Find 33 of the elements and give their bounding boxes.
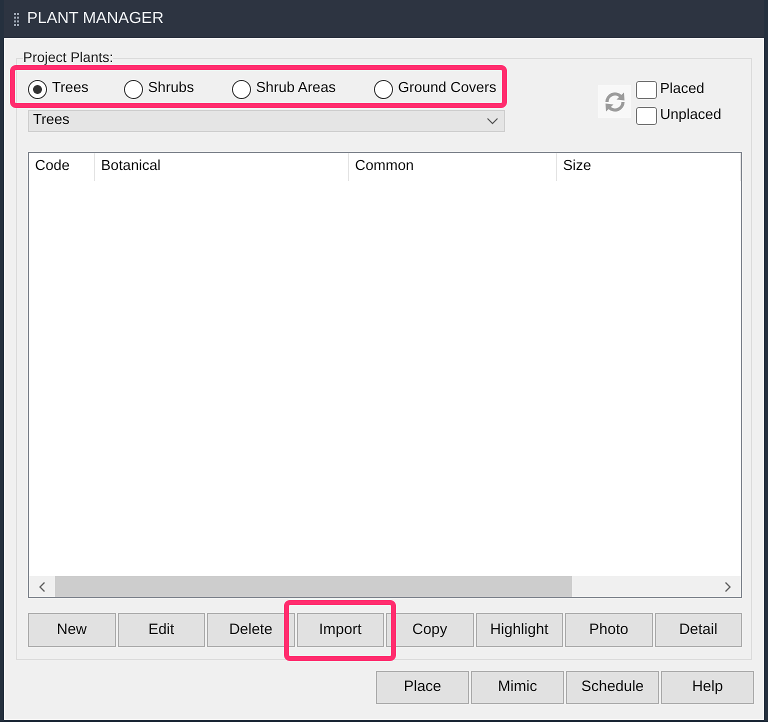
- plant-type-radio[interactable]: Shrubs: [124, 78, 232, 100]
- refresh-button[interactable]: [598, 85, 631, 118]
- plant-type-dropdown[interactable]: Trees: [28, 110, 505, 132]
- chevron-down-icon: [487, 118, 498, 124]
- scrollbar-thumb[interactable]: [55, 576, 572, 597]
- window-title: PLANT MANAGER: [27, 9, 164, 29]
- action-button[interactable]: New: [28, 613, 116, 647]
- action-button[interactable]: Import: [296, 613, 384, 647]
- plant-type-radio[interactable]: Ground Covers: [374, 78, 496, 100]
- column-header[interactable]: Common: [349, 153, 557, 181]
- action-button[interactable]: Delete: [207, 613, 294, 647]
- plant-type-radio[interactable]: Trees: [28, 78, 124, 100]
- scroll-left-icon: [39, 582, 45, 592]
- column-header[interactable]: Botanical: [95, 153, 349, 181]
- footer-button[interactable]: Place: [376, 671, 469, 704]
- group-label: Project Plants:: [23, 50, 114, 65]
- filter-checkbox[interactable]: Placed: [636, 81, 722, 99]
- filter-checkbox[interactable]: Unplaced: [636, 107, 722, 125]
- footer-button[interactable]: Mimic: [471, 671, 564, 704]
- column-header[interactable]: Code: [29, 153, 95, 181]
- column-header[interactable]: Size: [557, 153, 741, 181]
- plant-type-radio[interactable]: Shrub Areas: [232, 78, 374, 100]
- action-button[interactable]: Photo: [565, 613, 652, 647]
- refresh-icon: [602, 90, 626, 114]
- grip-icon: [14, 12, 19, 26]
- footer-button[interactable]: Schedule: [566, 671, 659, 704]
- action-button[interactable]: Copy: [386, 613, 474, 647]
- action-button[interactable]: Edit: [118, 613, 205, 647]
- action-button[interactable]: Detail: [654, 613, 742, 647]
- horizontal-scrollbar[interactable]: [29, 576, 741, 597]
- footer-button[interactable]: Help: [661, 671, 754, 704]
- action-button[interactable]: Highlight: [476, 613, 563, 647]
- scroll-right-icon: [725, 582, 731, 592]
